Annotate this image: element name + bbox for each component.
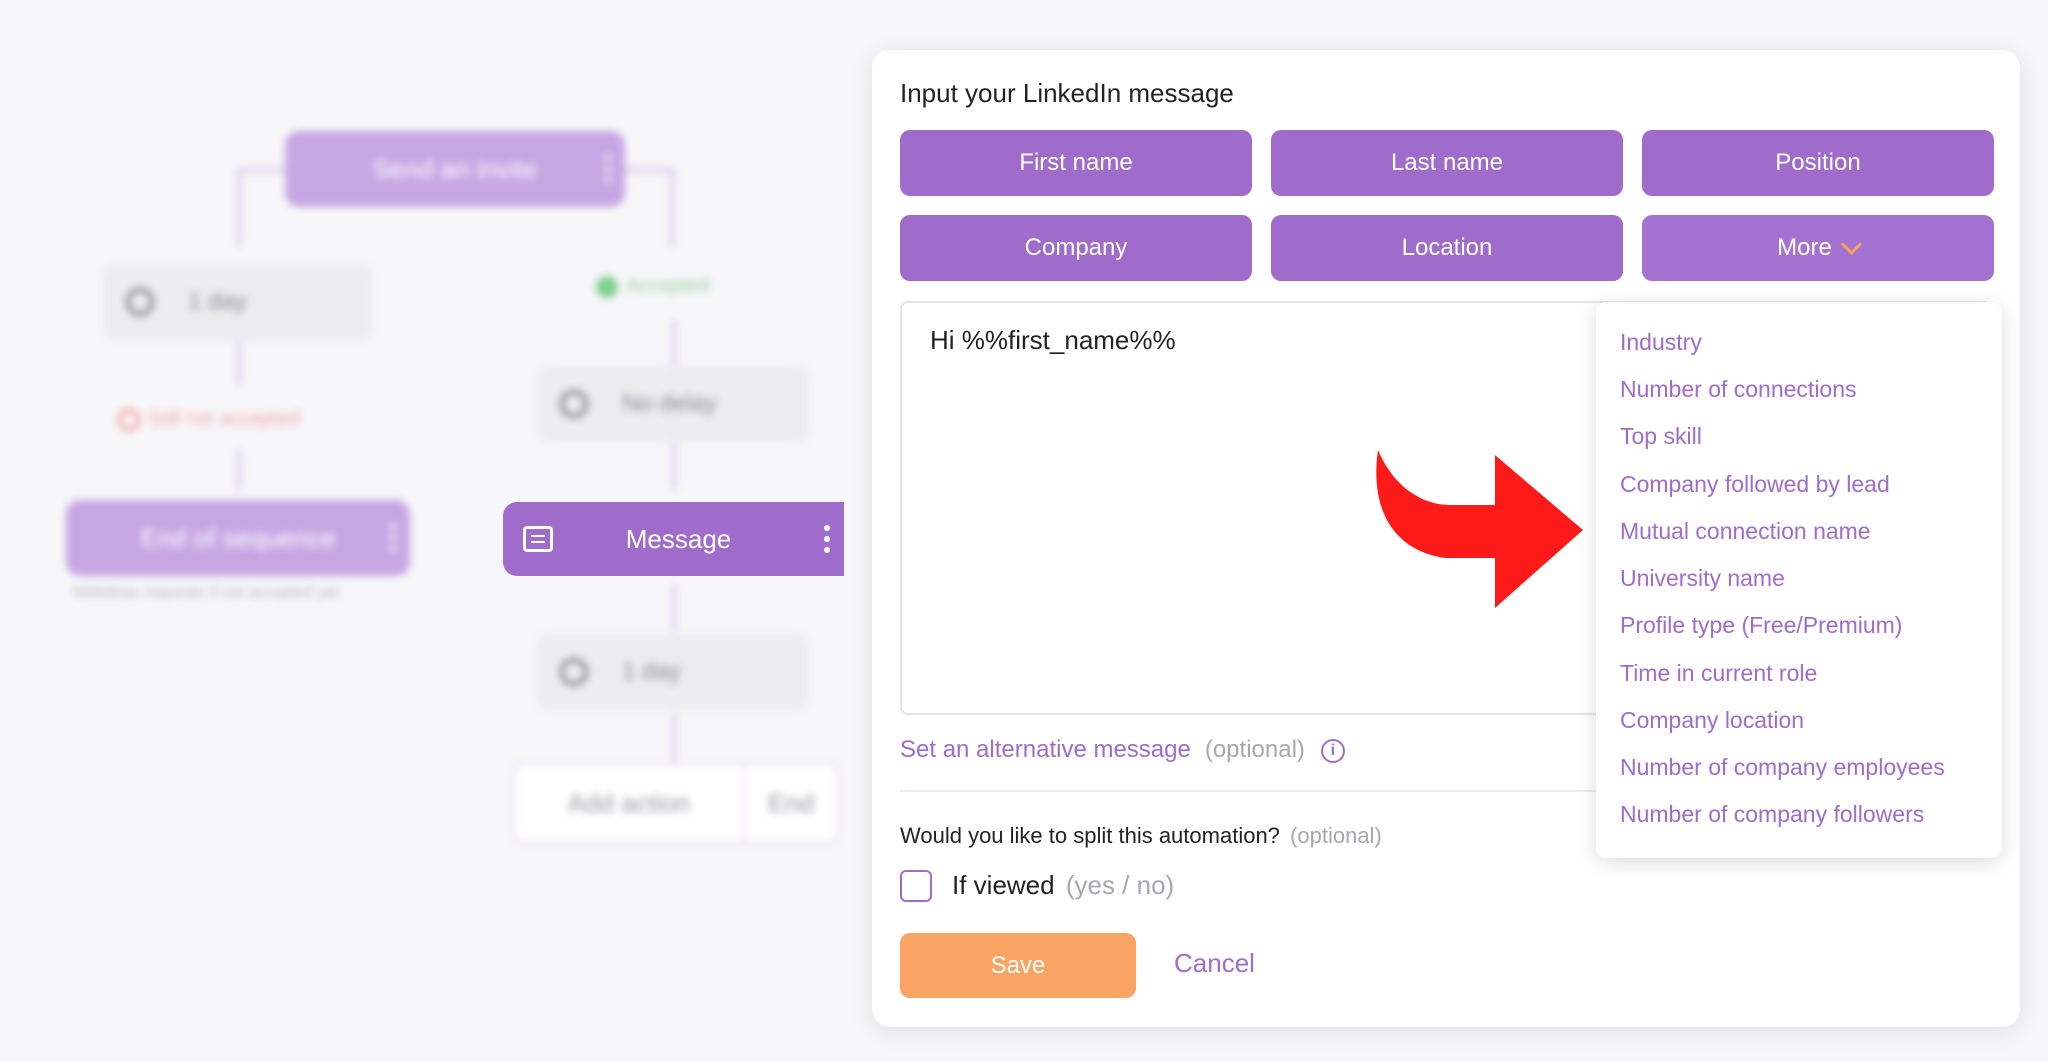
send-invite-node[interactable]: Send an invite <box>285 131 625 207</box>
add-action-box: Add action End <box>513 763 839 843</box>
save-button[interactable]: Save <box>900 933 1136 998</box>
more-variables-button[interactable]: More <box>1642 215 1994 281</box>
message-node-label: Message <box>625 523 732 554</box>
delay-node-bottom[interactable]: 1 day <box>538 634 808 710</box>
variable-last-name-button[interactable]: Last name <box>1271 130 1623 196</box>
check-icon <box>596 275 618 298</box>
timer-icon <box>560 658 588 686</box>
variable-first-name-button[interactable]: First name <box>900 130 1252 196</box>
split-question-text: Would you like to split this automation? <box>900 823 1280 848</box>
delay-node-left[interactable]: 1 day <box>104 264 372 340</box>
accepted-text: Accepted <box>626 275 710 297</box>
optional-hint: (optional) <box>1290 823 1382 848</box>
dropdown-item[interactable]: Mutual connection name <box>1620 518 1871 545</box>
add-action-button[interactable]: Add action <box>515 765 745 841</box>
if-viewed-label: If viewed (yes / no) <box>952 870 1174 901</box>
yes-no-hint: (yes / no) <box>1065 870 1175 900</box>
alternative-message-row: Set an alternative message (optional) i <box>900 736 1345 764</box>
end-of-sequence-node[interactable]: End of sequence <box>66 500 410 576</box>
red-arrow-icon <box>1376 450 1583 608</box>
variable-position-button[interactable]: Position <box>1642 130 1994 196</box>
dropdown-item[interactable]: Top skill <box>1620 423 1702 450</box>
dropdown-item[interactable]: Company location <box>1620 707 1804 734</box>
dropdown-item[interactable]: Industry <box>1620 329 1702 356</box>
end-of-sequence-label: End of sequence <box>140 522 336 553</box>
more-variables-dropdown: Industry Number of connections Top skill… <box>1596 302 2002 858</box>
accepted-label: Accepted <box>596 275 709 298</box>
dropdown-item[interactable]: Number of connections <box>1620 376 1857 403</box>
dropdown-item[interactable]: Company followed by lead <box>1620 471 1890 498</box>
dropdown-item[interactable]: Number of company employees <box>1620 754 1945 781</box>
chevron-down-icon <box>1840 233 1862 255</box>
panel-title: Input your LinkedIn message <box>900 78 1234 108</box>
no-delay-label: No delay <box>622 390 717 417</box>
cancel-icon <box>118 408 140 431</box>
more-label: More <box>1777 234 1832 261</box>
info-icon[interactable]: i <box>1320 738 1345 763</box>
not-accepted-label: Still not accepted <box>118 408 300 431</box>
message-node[interactable]: Message <box>503 502 844 576</box>
variable-company-button[interactable]: Company <box>900 215 1252 281</box>
dropdown-item[interactable]: Number of company followers <box>1620 801 1924 828</box>
delay-label: 1 day <box>188 288 247 315</box>
delay-label: 1 day <box>622 658 681 685</box>
message-icon <box>523 526 553 552</box>
not-accepted-text: Still not accepted <box>148 408 301 430</box>
timer-icon <box>560 390 588 418</box>
dropdown-item[interactable]: University name <box>1620 565 1785 592</box>
node-menu-icon[interactable] <box>605 150 611 188</box>
node-menu-icon[interactable] <box>390 519 396 557</box>
workflow-canvas: Send an invite 1 day Accepted Still not … <box>0 0 860 1061</box>
no-delay-node[interactable]: No delay <box>538 366 808 442</box>
cancel-button[interactable]: Cancel <box>1174 948 1255 979</box>
dropdown-item[interactable]: Time in current role <box>1620 660 1817 687</box>
timer-icon <box>126 288 154 316</box>
message-text: Hi %%first_name%% <box>930 325 1176 355</box>
dropdown-item[interactable]: Profile type (Free/Premium) <box>1620 612 1902 639</box>
split-question: Would you like to split this automation?… <box>900 823 1382 849</box>
send-invite-label: Send an invite <box>372 153 538 184</box>
alternative-message-link[interactable]: Set an alternative message <box>900 736 1191 763</box>
withdraw-note: Withdraw requests if not accepted yet <box>72 584 339 601</box>
variable-location-button[interactable]: Location <box>1271 215 1623 281</box>
end-button[interactable]: End <box>745 765 837 841</box>
optional-hint: (optional) <box>1204 736 1305 763</box>
if-viewed-text: If viewed <box>952 870 1055 900</box>
node-menu-icon[interactable] <box>824 520 830 558</box>
if-viewed-checkbox[interactable] <box>900 870 932 902</box>
